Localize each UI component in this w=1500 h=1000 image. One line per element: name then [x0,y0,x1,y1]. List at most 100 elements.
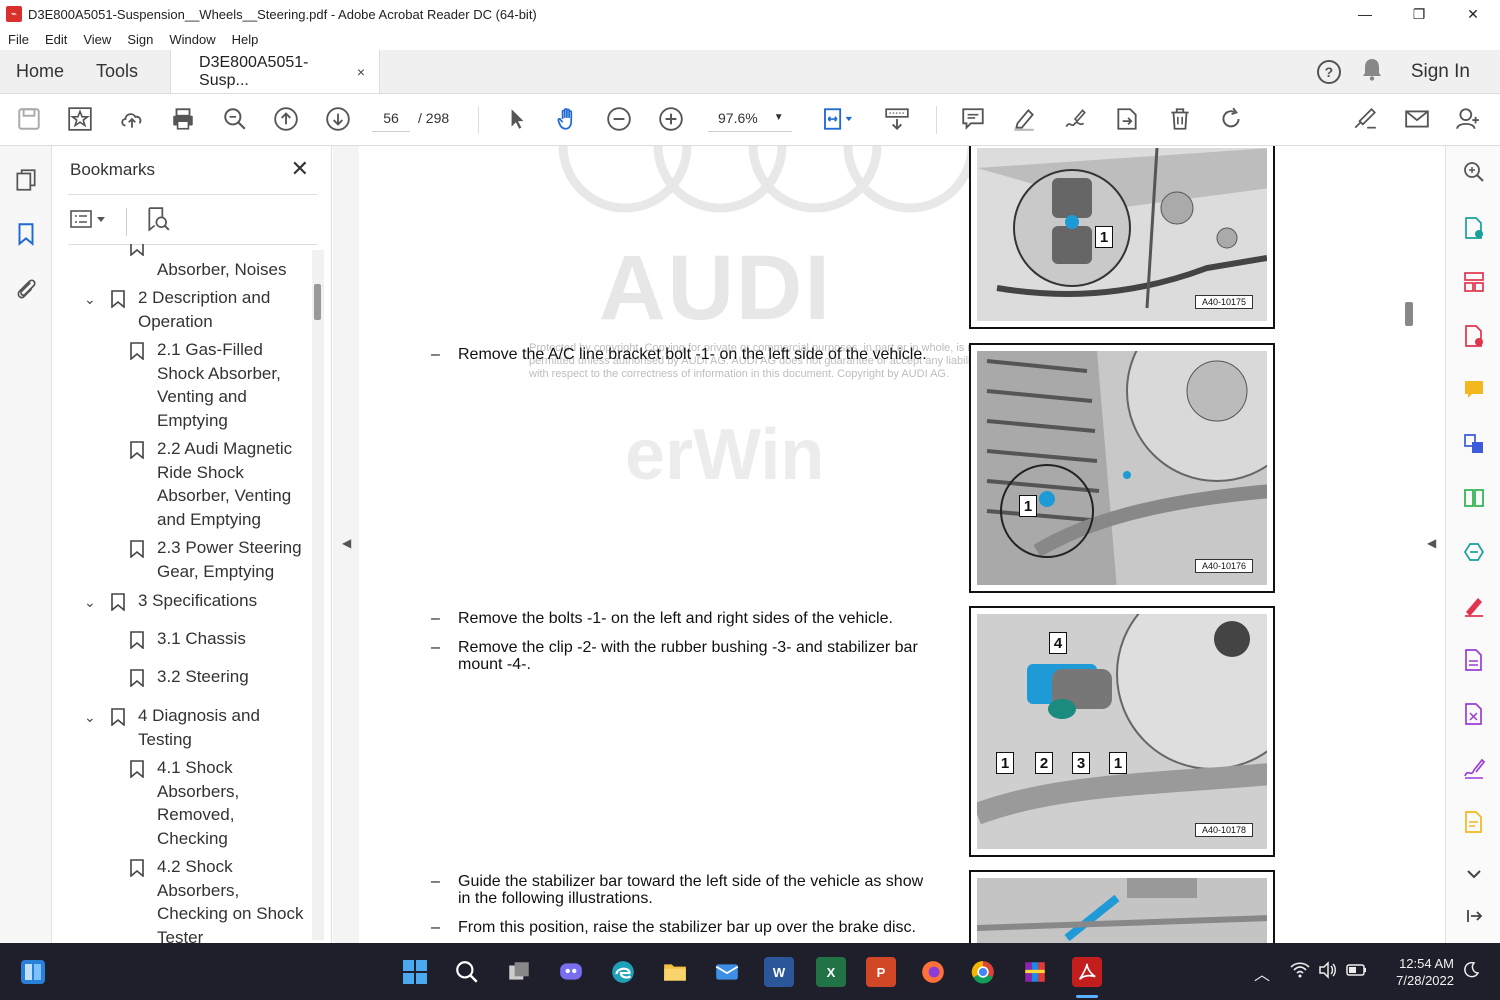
chevron-down-icon[interactable]: ⌄ [84,594,96,611]
attachments-paperclip-icon[interactable] [12,274,40,302]
chrome-icon[interactable] [968,957,998,987]
bookmark-item[interactable]: 3.2 Steering [157,665,249,689]
page-thumbnails-icon[interactable] [12,166,40,194]
powerpoint-icon[interactable]: P [866,957,896,987]
comment-icon[interactable] [958,104,988,134]
fit-page-icon[interactable] [818,104,858,134]
create-pdf-icon[interactable] [1460,214,1488,242]
mail-icon[interactable] [712,957,742,987]
bookmark-item[interactable]: 4.2 Shock Absorbers, Checking on Shock T… [157,855,309,943]
bookmark-options-icon[interactable] [70,208,108,235]
bookmark-item[interactable]: 2.3 Power Steering Gear, Emptying [157,536,307,583]
minimize-button[interactable]: — [1338,0,1392,28]
bookmark-item[interactable]: 4.1 Shock Absorbers, Removed, Checking [157,756,267,850]
restore-button[interactable]: ❐ [1392,0,1446,28]
help-icon[interactable]: ? [1316,59,1341,84]
more-tools-icon[interactable] [1460,808,1488,836]
taskbar-clock[interactable]: 12:54 AM 7/28/2022 [1380,955,1454,989]
share-document-icon[interactable] [1112,104,1142,134]
bookmarks-scrollbar-track[interactable] [312,250,324,940]
tab-document[interactable]: D3E800A5051-Susp... × [170,50,381,93]
protect-pdf-icon[interactable] [1460,646,1488,674]
compress-pdf-icon[interactable] [1460,700,1488,728]
word-icon[interactable]: W [764,957,794,987]
menu-help[interactable]: Help [224,32,267,47]
bookmark-item[interactable]: 2.1 Gas-Filled Shock Absorber, Venting a… [157,338,297,432]
draw-signature-icon[interactable] [1060,104,1090,134]
chat-icon[interactable] [556,957,586,987]
menu-window[interactable]: Window [161,32,223,47]
fill-sign-icon[interactable] [1460,592,1488,620]
scan-ocr-icon[interactable] [1460,538,1488,566]
winrar-icon[interactable] [1020,957,1050,987]
bookmark-item[interactable]: 2.2 Audi Magnetic Ride Shock Absorber, V… [157,437,307,531]
notification-moon-icon[interactable] [1462,961,1480,984]
menu-sign[interactable]: Sign [119,32,161,47]
volume-icon[interactable] [1318,961,1338,984]
bookmark-item[interactable]: Absorber, Noises [157,258,286,282]
print-icon[interactable] [168,104,198,134]
request-signatures-icon[interactable] [1460,754,1488,782]
comment-tool-icon[interactable] [1460,376,1488,404]
zoom-search-icon[interactable] [1460,158,1488,186]
scroll-mode-icon[interactable] [882,104,912,134]
battery-icon[interactable] [1346,961,1368,984]
collapse-right-pane[interactable]: ◀ [1420,146,1444,943]
wifi-icon[interactable] [1290,961,1310,984]
find-bookmark-icon[interactable] [145,206,171,237]
show-hidden-icons-icon[interactable]: ︿ [1254,961,1270,985]
close-tab-icon[interactable]: × [357,64,365,80]
bookmark-item[interactable]: 4 Diagnosis and Testing [138,704,278,751]
menu-view[interactable]: View [75,32,119,47]
chevron-down-icon[interactable]: ⌄ [84,709,96,726]
request-signature-icon[interactable] [1350,104,1380,134]
collapse-tools-icon[interactable] [1460,902,1488,930]
chevron-down-icon[interactable] [1460,860,1488,888]
acrobat-reader-icon[interactable] [1072,957,1102,987]
save-icon[interactable] [14,104,44,134]
zoom-out-icon[interactable] [604,104,634,134]
add-pdf-icon[interactable] [1460,322,1488,350]
menu-file[interactable]: File [0,32,37,47]
organize-pages-icon[interactable] [1460,268,1488,296]
excel-icon[interactable]: X [816,957,846,987]
zoom-in-icon[interactable] [656,104,686,134]
menu-edit[interactable]: Edit [37,32,75,47]
tab-home[interactable]: Home [0,50,80,93]
previous-page-icon[interactable] [271,104,301,134]
delete-trash-icon[interactable] [1165,104,1195,134]
next-page-icon[interactable] [323,104,353,134]
close-bookmarks-icon[interactable]: ✕ [291,156,309,182]
widgets-icon[interactable] [18,957,48,987]
add-user-icon[interactable] [1453,104,1483,134]
close-window-button[interactable]: ✕ [1446,0,1500,28]
notification-bell-icon[interactable] [1361,57,1383,87]
bookmark-item[interactable]: 3 Specifications [138,589,257,613]
edit-pdf-icon[interactable] [1460,484,1488,512]
collapse-left-icon[interactable]: ◀ [342,536,351,550]
select-cursor-icon[interactable] [502,104,532,134]
search-icon[interactable] [452,957,482,987]
firefox-icon[interactable] [918,957,948,987]
edge-browser-icon[interactable] [608,957,638,987]
email-icon[interactable] [1402,104,1432,134]
highlight-pen-icon[interactable] [1009,104,1039,134]
zoom-level-select[interactable]: 97.6% ▼ [708,104,792,132]
bookmarks-panel-icon[interactable] [12,220,40,248]
chevron-down-icon[interactable]: ⌄ [84,291,96,308]
bookmarks-scrollbar-thumb[interactable] [314,284,321,320]
bookmark-star-icon[interactable] [65,104,95,134]
file-explorer-icon[interactable] [660,957,690,987]
collapse-left-pane[interactable]: ◀ [333,146,359,943]
rotate-icon[interactable] [1216,104,1246,134]
collapse-right-icon[interactable]: ◀ [1427,536,1436,550]
tab-tools[interactable]: Tools [80,50,154,93]
start-windows-icon[interactable] [400,957,430,987]
bookmark-item[interactable]: 2 Description and Operation [138,286,288,333]
page-number-input[interactable]: 56 [372,104,410,132]
bookmark-item[interactable]: 3.1 Chassis [157,627,246,651]
document-scrollbar-thumb[interactable] [1405,302,1413,326]
hand-tool-icon[interactable] [553,104,583,134]
upload-cloud-icon[interactable] [117,104,147,134]
sign-in-button[interactable]: Sign In [1411,61,1470,83]
